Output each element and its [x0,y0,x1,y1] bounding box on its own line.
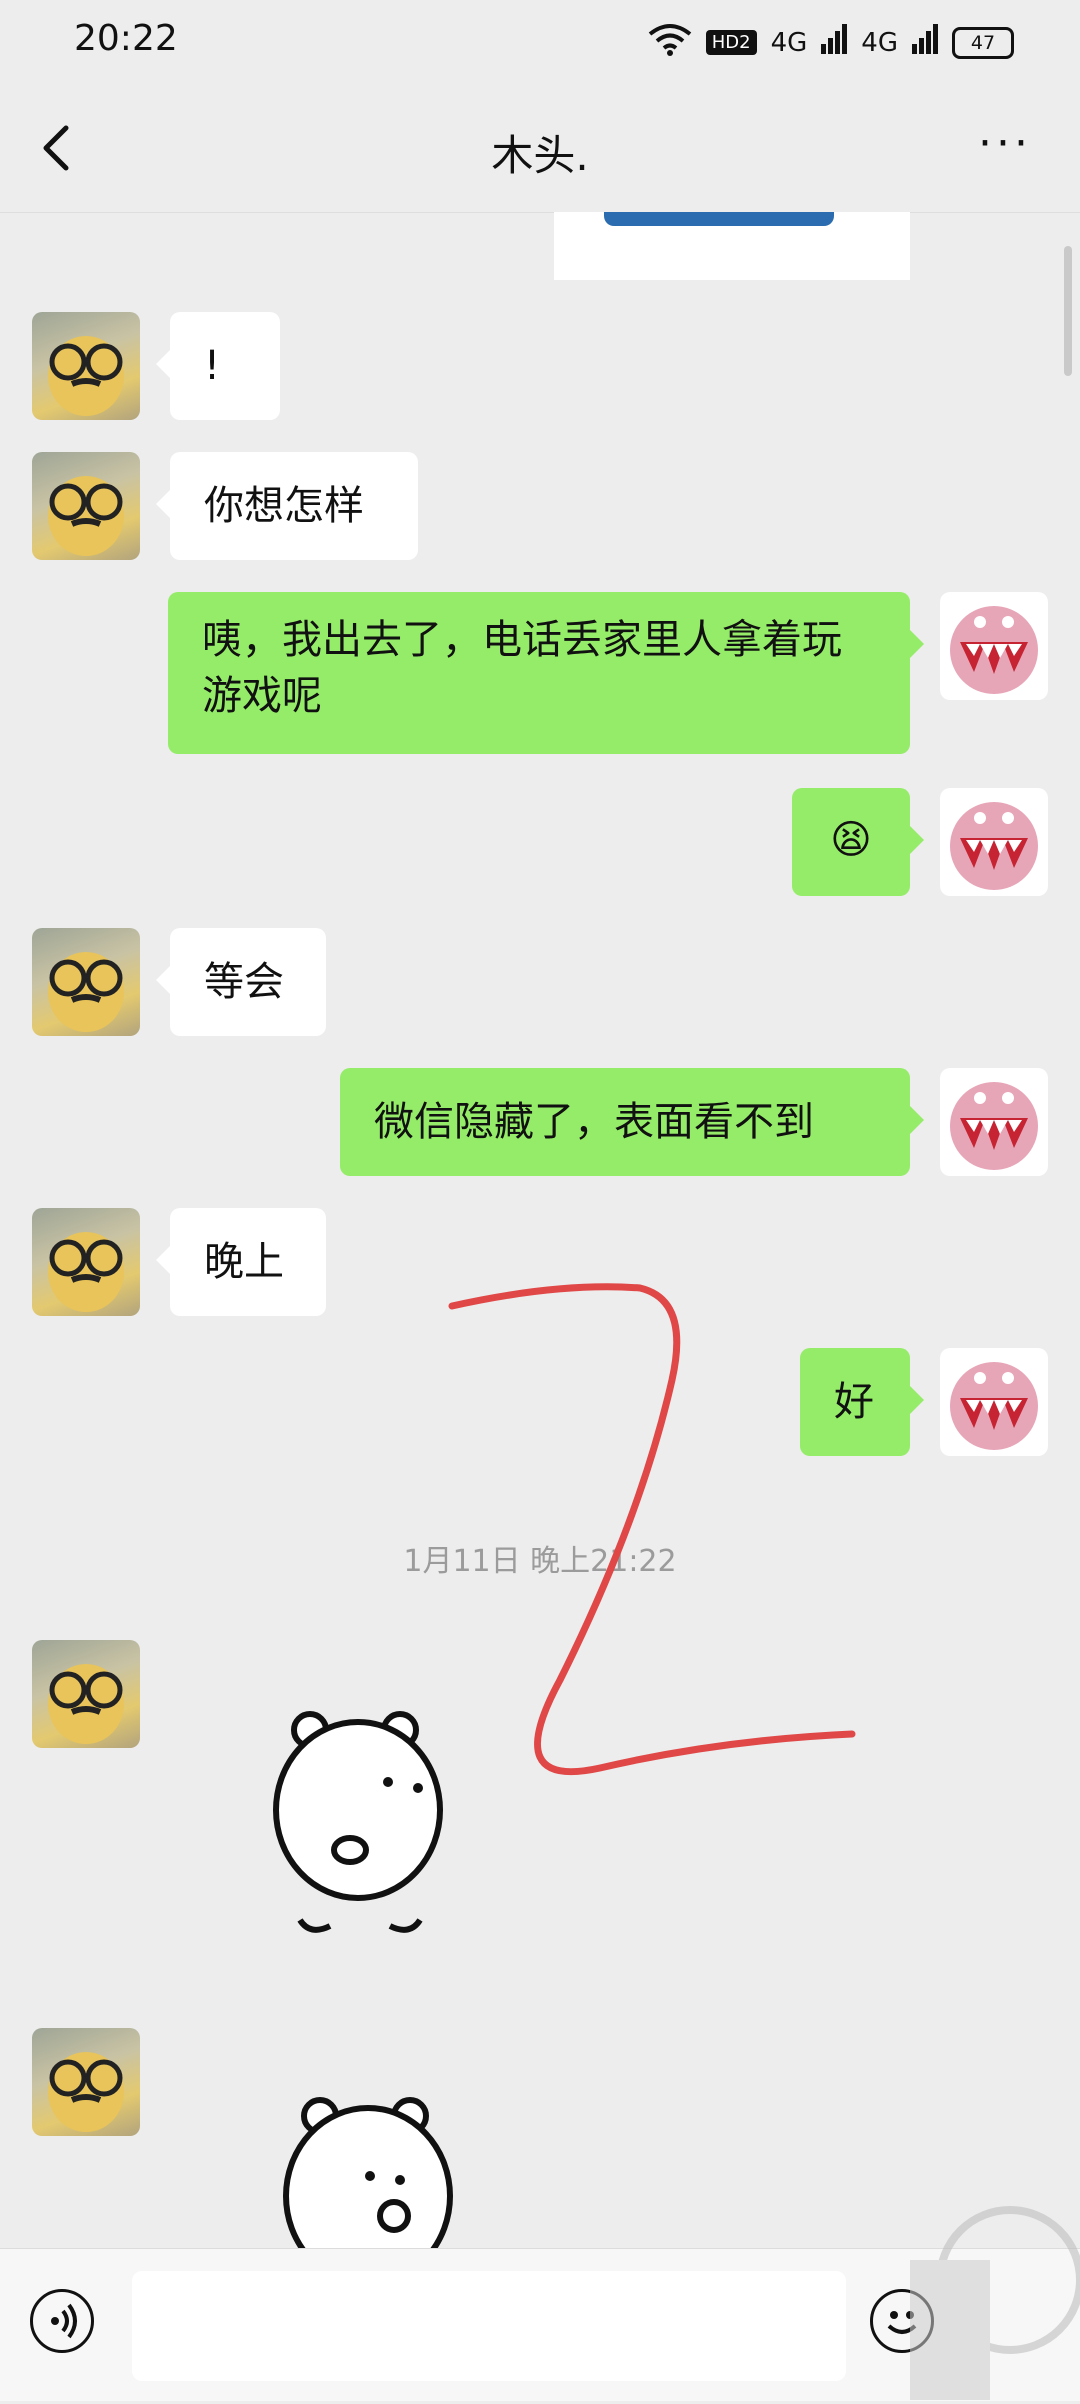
voice-icon [51,2303,77,2339]
red-annotation-stroke [448,1283,856,1776]
message-input[interactable] [132,2271,846,2381]
voice-button[interactable] [30,2289,94,2353]
watermark-logo [900,2170,1080,2400]
